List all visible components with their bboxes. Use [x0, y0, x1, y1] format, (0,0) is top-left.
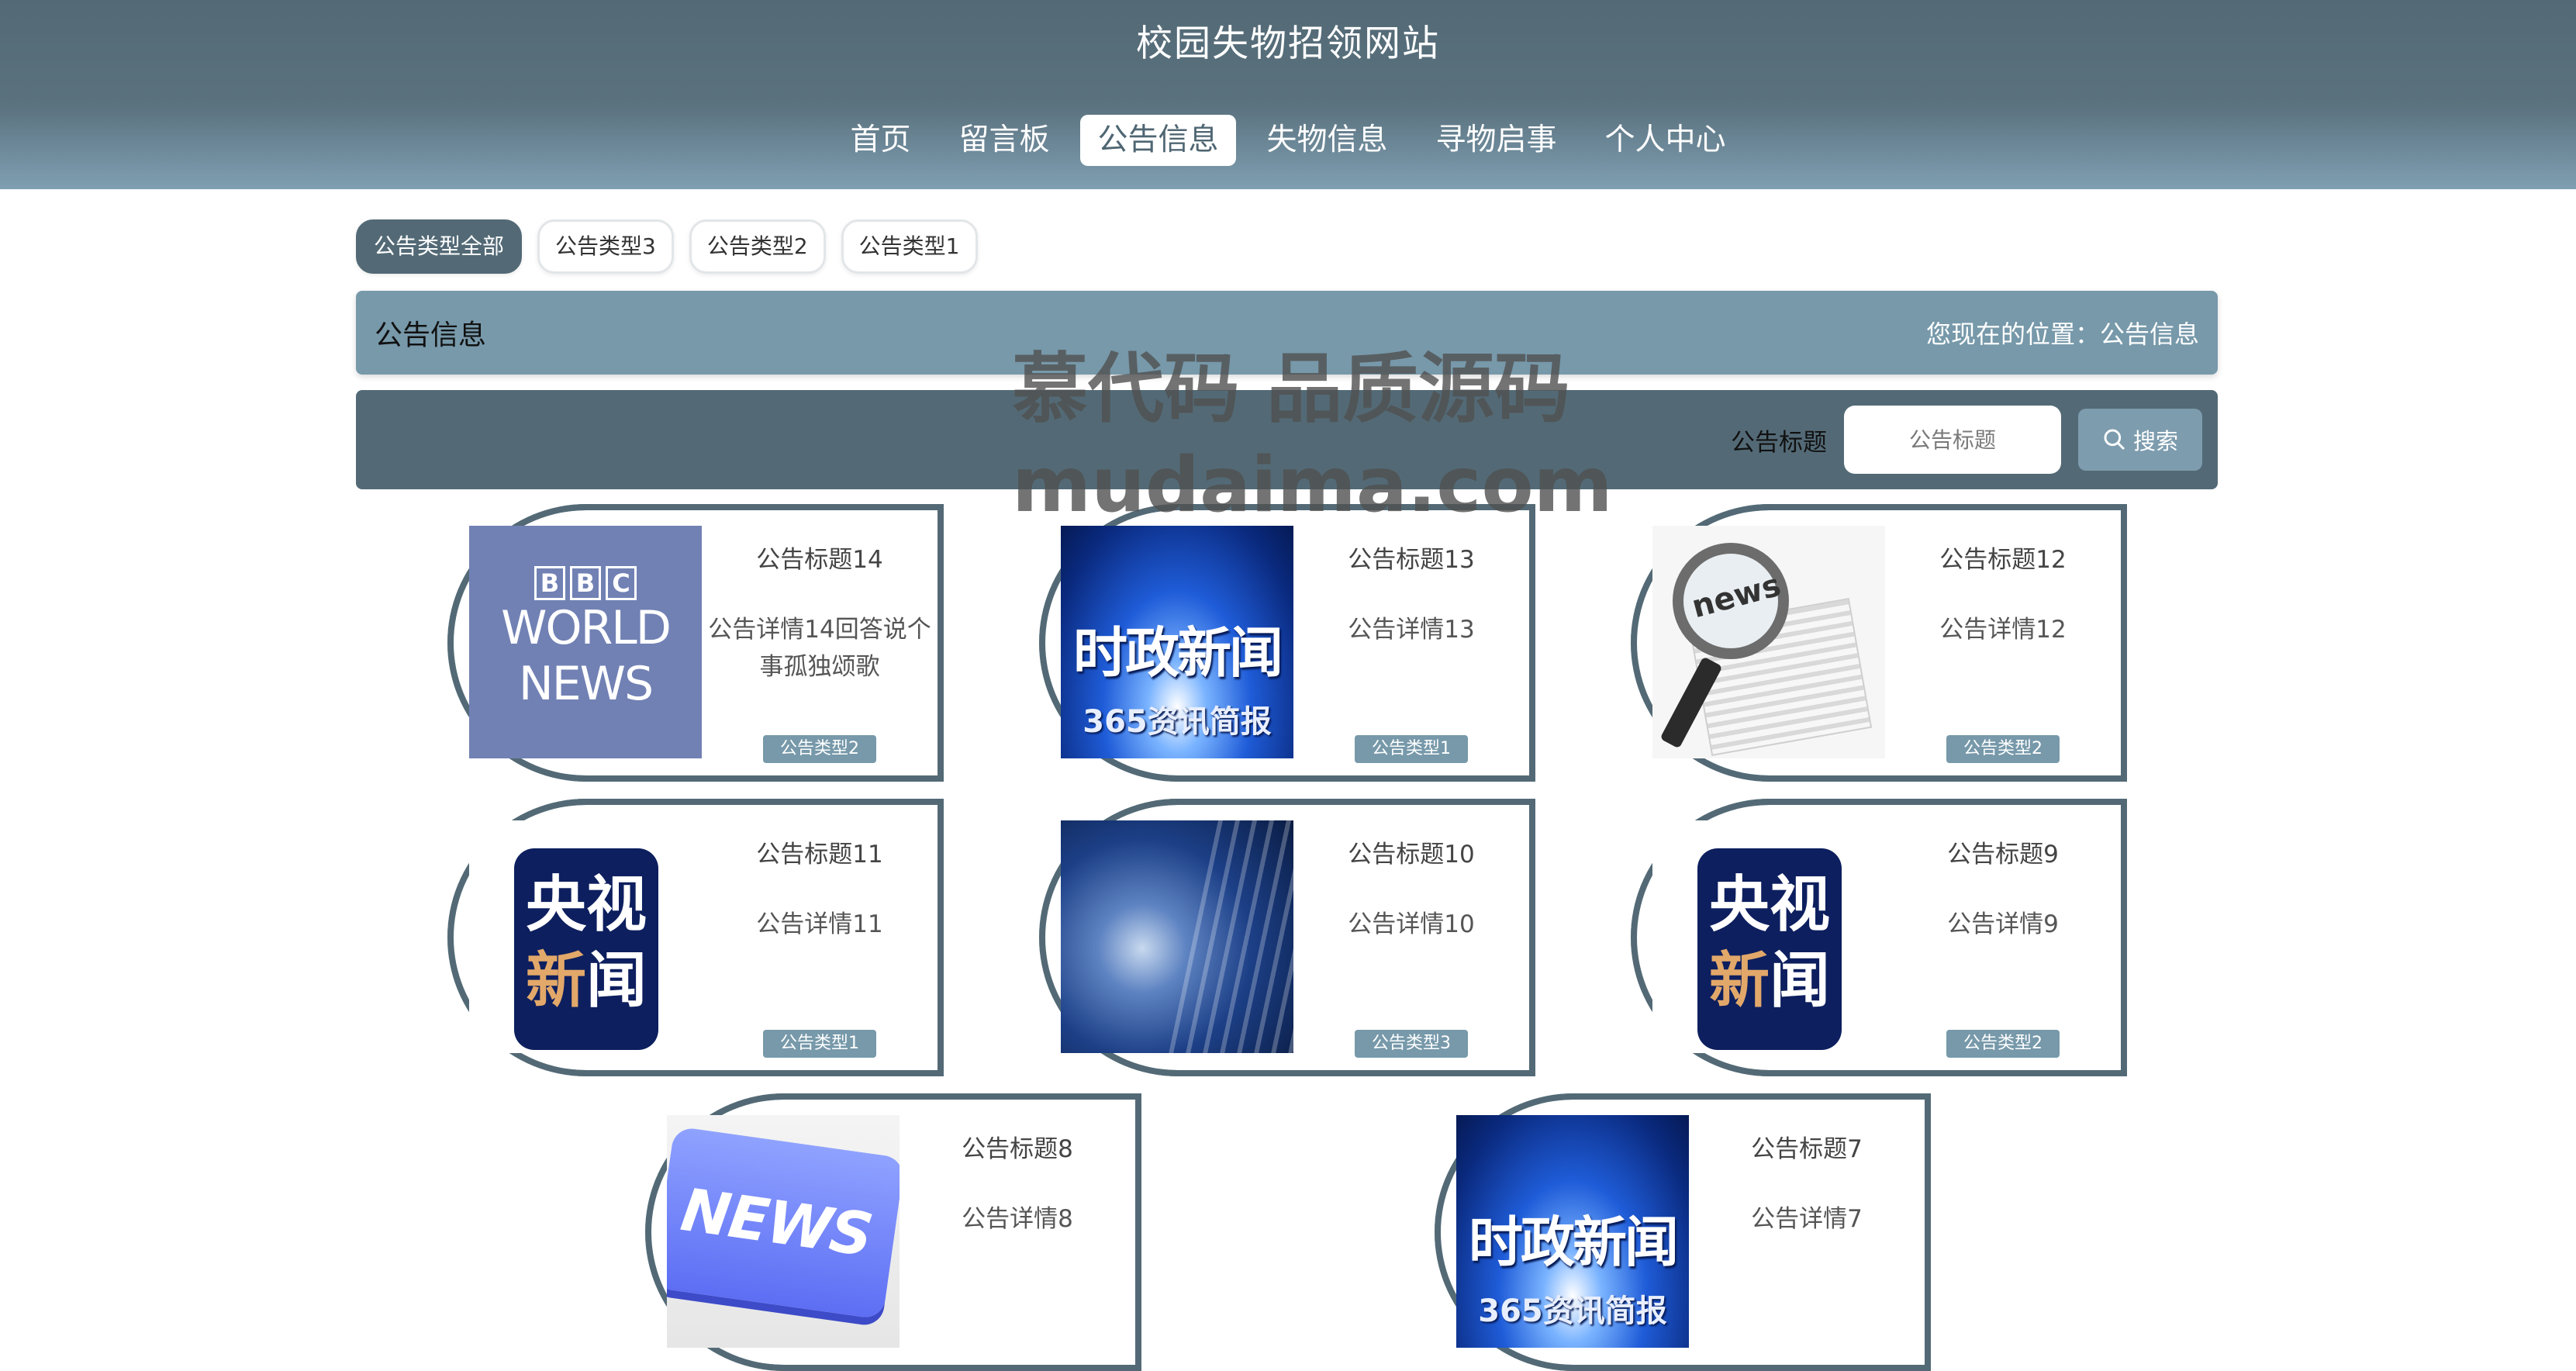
- site-title: 校园失物招领网站: [1136, 22, 1440, 65]
- type-badge: 公告类型1: [1355, 735, 1468, 763]
- search-button-label: 搜索: [2132, 428, 2178, 454]
- type-badge: 公告类型1: [763, 1030, 876, 1058]
- announcement-image: NEWS: [667, 1115, 900, 1348]
- card-title: 公告标题14: [756, 546, 883, 574]
- filter-type2-button[interactable]: 公告类型2: [689, 219, 826, 274]
- announcement-card[interactable]: 时政新闻 365资讯简报 公告标题13 公告详情13 公告类型1: [1039, 504, 1535, 782]
- search-icon: [2104, 429, 2125, 451]
- card-title: 公告标题8: [962, 1135, 1073, 1163]
- card-title: 公告标题13: [1348, 546, 1475, 574]
- announcement-card[interactable]: 公告标题10 公告详情10 公告类型3: [1039, 799, 1535, 1076]
- nav-announcements[interactable]: 公告信息: [1080, 115, 1236, 166]
- filter-type1-button[interactable]: 公告类型1: [841, 219, 978, 274]
- content: 公告类型全部 公告类型3 公告类型2 公告类型1 公告信息 您现在的位置：公告信…: [356, 219, 2218, 489]
- card-title: 公告标题11: [756, 841, 883, 869]
- card-title: 公告标题10: [1348, 841, 1475, 869]
- announcement-image: [1061, 820, 1293, 1053]
- card-detail: 公告详情11: [756, 910, 883, 938]
- type-badge: 公告类型2: [763, 735, 876, 763]
- announcement-image: news: [1652, 526, 1885, 758]
- nav-lost-items[interactable]: 失物信息: [1250, 115, 1405, 166]
- header: 校园失物招领网站 首页 留言板 公告信息 失物信息 寻物启事 个人中心: [0, 0, 2576, 189]
- announcement-card[interactable]: 时政新闻 365资讯简报 公告标题7 公告详情7: [1435, 1093, 1931, 1371]
- card-detail: 公告详情9: [1947, 910, 2059, 938]
- type-badge: 公告类型3: [1355, 1030, 1468, 1058]
- announcement-card[interactable]: 央视 新闻 公告标题11 公告详情11 公告类型1: [447, 799, 944, 1076]
- announcement-card[interactable]: news 公告标题12 公告详情12 公告类型2: [1631, 504, 2127, 782]
- breadcrumb: 公告信息 您现在的位置：公告信息: [356, 291, 2218, 375]
- nav-message-board[interactable]: 留言板: [941, 115, 1066, 166]
- announcement-image: BBC WORLD NEWS: [469, 526, 702, 758]
- card-title: 公告标题7: [1751, 1135, 1863, 1163]
- search-bar: 公告标题 搜索: [356, 390, 2218, 489]
- announcement-card[interactable]: NEWS 公告标题8 公告详情8: [645, 1093, 1141, 1371]
- nav-home[interactable]: 首页: [833, 115, 927, 166]
- announcement-card[interactable]: 央视 新闻 公告标题9 公告详情9 公告类型2: [1631, 799, 2127, 1076]
- announcement-image: 时政新闻 365资讯简报: [1456, 1115, 1689, 1348]
- nav-lost-notices[interactable]: 寻物启事: [1419, 115, 1574, 166]
- filter-type3-button[interactable]: 公告类型3: [537, 219, 674, 274]
- main-nav: 首页 留言板 公告信息 失物信息 寻物启事 个人中心: [0, 115, 2576, 166]
- card-detail: 公告详情12: [1939, 616, 2067, 644]
- search-input[interactable]: [1844, 406, 2061, 474]
- card-title: 公告标题12: [1939, 546, 2067, 574]
- card-detail: 公告详情14回答说个事孤独颂歌: [708, 616, 931, 681]
- search-label: 公告标题: [1731, 428, 1827, 457]
- announcement-image: 时政新闻 365资讯简报: [1061, 526, 1293, 758]
- type-filters: 公告类型全部 公告类型3 公告类型2 公告类型1: [356, 219, 2218, 274]
- card-detail: 公告详情10: [1348, 910, 1475, 938]
- breadcrumb-location: 您现在的位置：公告信息: [1925, 319, 2199, 349]
- page-title: 公告信息: [375, 319, 487, 351]
- search-button[interactable]: 搜索: [2078, 409, 2202, 471]
- card-detail: 公告详情8: [962, 1205, 1073, 1233]
- filter-all-button[interactable]: 公告类型全部: [356, 219, 523, 274]
- nav-profile[interactable]: 个人中心: [1588, 115, 1743, 166]
- card-detail: 公告详情7: [1751, 1205, 1863, 1233]
- card-title: 公告标题9: [1947, 841, 2059, 869]
- announcement-image: 央视 新闻: [469, 820, 702, 1053]
- type-badge: 公告类型2: [1946, 1030, 2060, 1058]
- announcement-card[interactable]: BBC WORLD NEWS 公告标题14 公告详情14回答说个事孤独颂歌 公告…: [447, 504, 944, 782]
- type-badge: 公告类型2: [1946, 735, 2060, 763]
- card-detail: 公告详情13: [1348, 616, 1475, 644]
- announcement-image: 央视 新闻: [1652, 820, 1885, 1053]
